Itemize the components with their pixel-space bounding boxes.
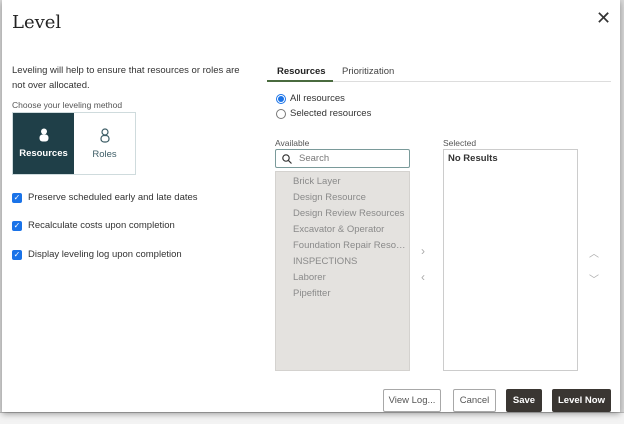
radio-selected-icon[interactable] xyxy=(276,93,286,104)
checkbox-checked-icon[interactable]: ✓ xyxy=(12,220,22,231)
list-item[interactable]: Excavator & Operator xyxy=(293,224,408,235)
list-item[interactable]: Pipefitter xyxy=(293,288,408,299)
checkbox-label: Preserve scheduled early and late dates xyxy=(28,192,198,203)
available-label: Available xyxy=(275,138,310,148)
tab-bar: Resources Prioritization xyxy=(267,62,611,82)
selected-list: No Results xyxy=(443,149,578,371)
view-log-button[interactable]: View Log... xyxy=(383,389,441,412)
tab-resources[interactable]: Resources xyxy=(277,66,326,77)
close-icon[interactable]: ✕ xyxy=(596,9,611,27)
checkbox-recalculate-costs[interactable]: ✓ Recalculate costs upon completion xyxy=(12,220,175,231)
list-item[interactable]: INSPECTIONS xyxy=(293,256,408,267)
leveling-method-selector: Resources Roles xyxy=(12,112,136,175)
description: Leveling will help to ensure that resour… xyxy=(12,65,240,91)
tab-prioritization[interactable]: Prioritization xyxy=(342,66,394,77)
move-up-icon[interactable]: ︿ xyxy=(589,245,599,260)
method-resources[interactable]: Resources xyxy=(13,113,74,174)
move-down-icon[interactable]: ﹀ xyxy=(589,271,599,286)
background-app xyxy=(0,412,624,424)
radio-label: All resources xyxy=(290,93,345,104)
list-item[interactable]: Foundation Repair Resources xyxy=(293,240,408,251)
dialog-title: Level xyxy=(12,12,62,33)
checkbox-label: Display leveling log upon completion xyxy=(28,249,182,260)
checkbox-label: Recalculate costs upon completion xyxy=(28,220,175,231)
method-roles[interactable]: Roles xyxy=(74,113,135,174)
move-right-icon[interactable]: › xyxy=(421,244,425,258)
person-icon xyxy=(39,128,48,142)
search-input[interactable]: Search xyxy=(275,149,410,168)
radio-unselected-icon[interactable] xyxy=(276,108,286,119)
search-icon xyxy=(282,153,292,164)
selected-label: Selected xyxy=(443,138,477,148)
person-outline-icon xyxy=(99,127,110,143)
list-item[interactable]: Design Review Resources xyxy=(293,208,408,219)
checkbox-display-log[interactable]: ✓ Display leveling log upon completion xyxy=(12,249,182,260)
empty-text: No Results xyxy=(448,153,498,164)
checkbox-checked-icon[interactable]: ✓ xyxy=(12,192,22,203)
radio-selected-resources[interactable]: Selected resources xyxy=(276,108,371,119)
list-item[interactable]: Brick Layer xyxy=(293,176,408,187)
list-item[interactable]: Laborer xyxy=(293,272,408,283)
move-left-icon[interactable]: ‹ xyxy=(421,270,425,284)
search-placeholder: Search xyxy=(299,153,330,164)
cancel-button[interactable]: Cancel xyxy=(453,389,496,412)
method-label-roles: Roles xyxy=(92,148,117,160)
level-dialog: Level ✕ Leveling will help to ensure tha… xyxy=(2,0,620,412)
method-label-resources: Resources xyxy=(19,148,68,159)
active-tab-indicator xyxy=(267,80,333,82)
checkbox-checked-icon[interactable]: ✓ xyxy=(12,249,22,260)
method-label: Choose your leveling method xyxy=(12,100,123,110)
checkbox-preserve-dates[interactable]: ✓ Preserve scheduled early and late dates xyxy=(12,192,198,203)
available-list: Brick Layer Design Resource Design Revie… xyxy=(275,171,410,371)
save-button[interactable]: Save xyxy=(506,389,542,412)
level-now-button[interactable]: Level Now xyxy=(552,389,611,412)
radio-all-resources[interactable]: All resources xyxy=(276,93,345,104)
list-item[interactable]: Design Resource xyxy=(293,192,408,203)
radio-label: Selected resources xyxy=(290,108,372,119)
